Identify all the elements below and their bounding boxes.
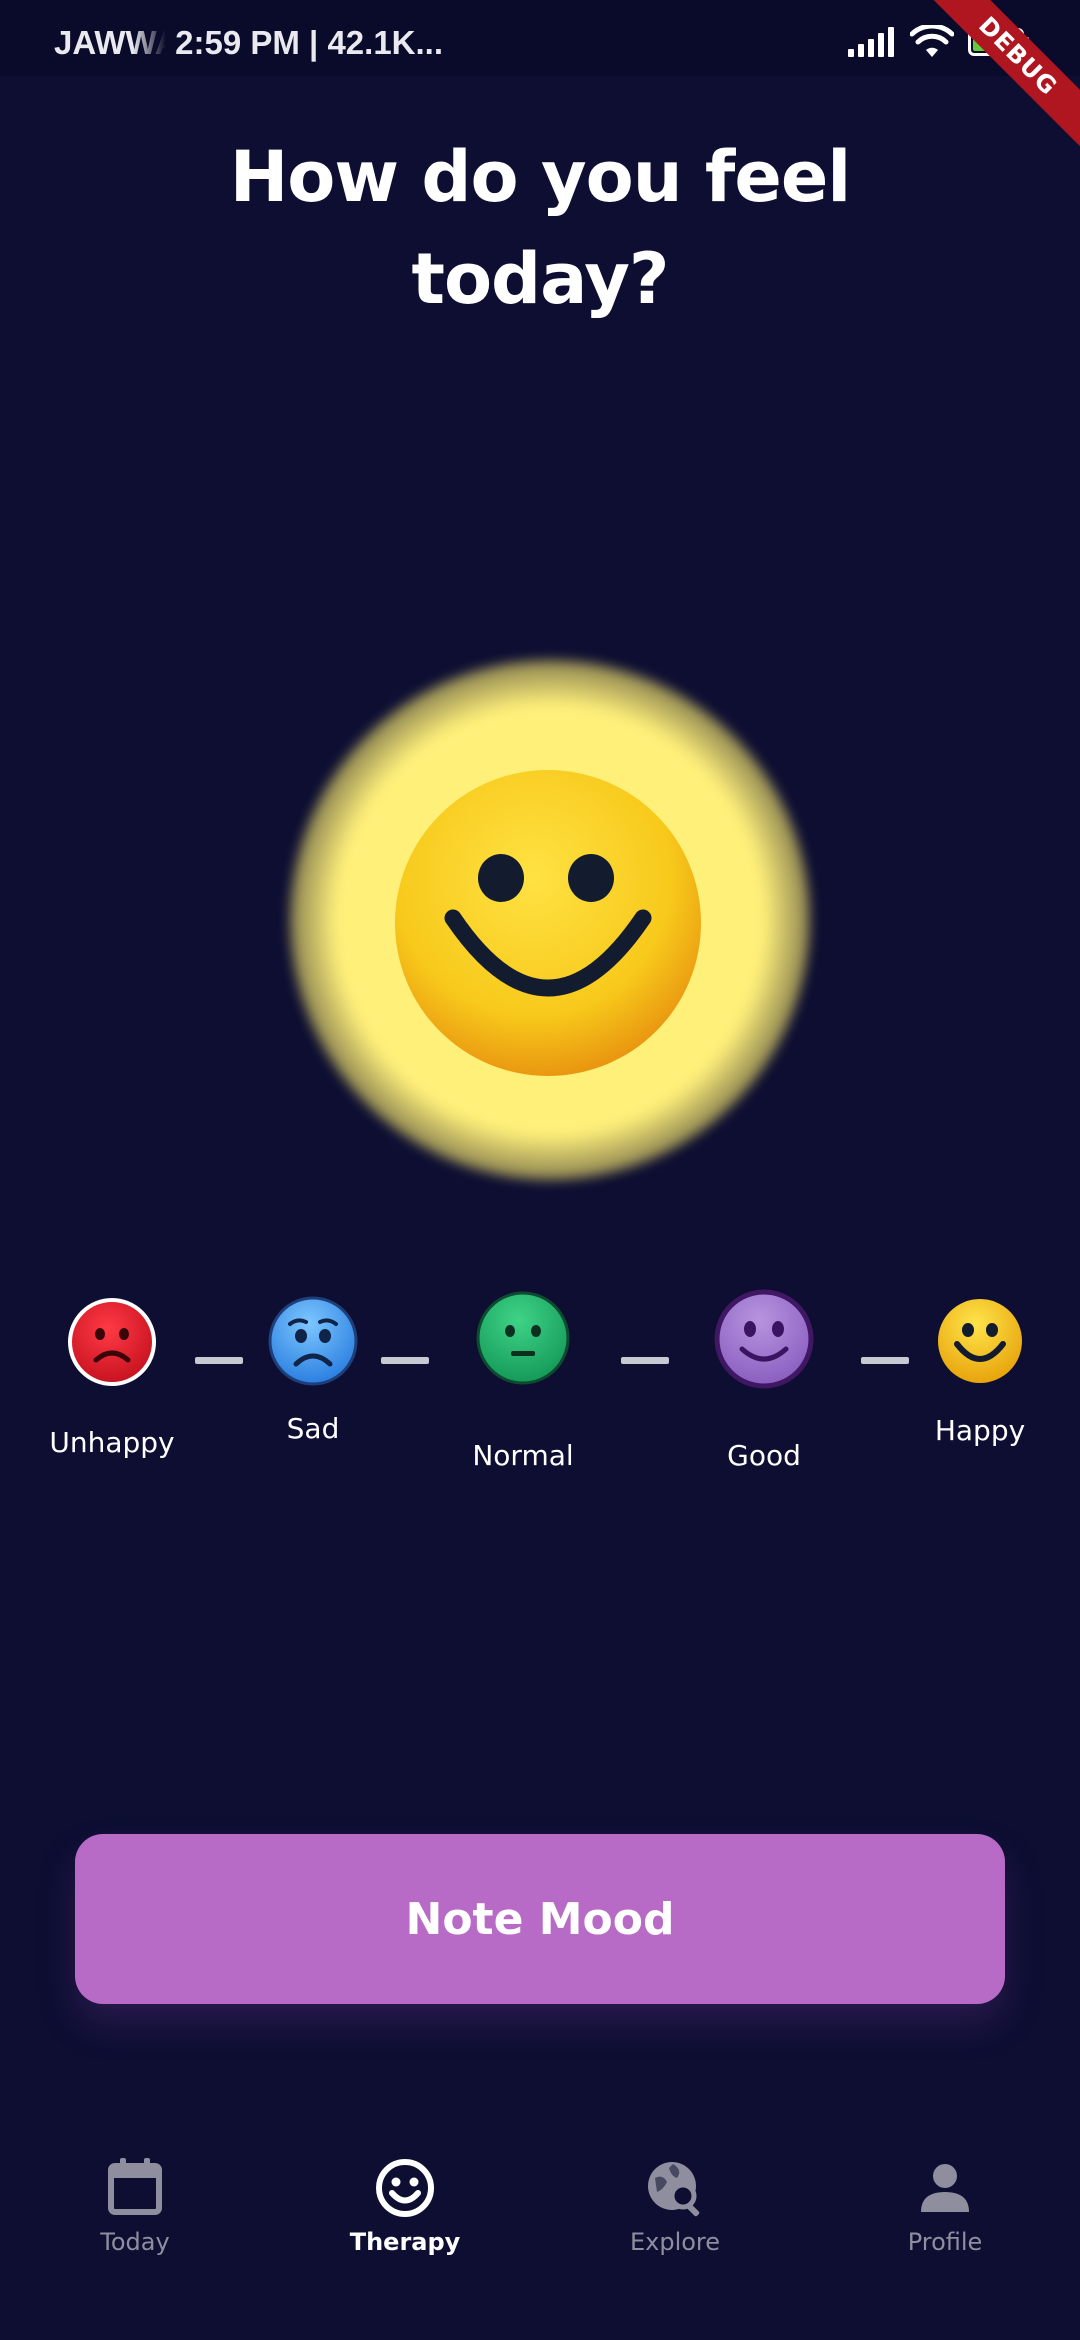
wifi-icon <box>910 25 954 57</box>
selected-mood-emoji-icon <box>395 770 701 1076</box>
signal-icon <box>848 27 894 57</box>
mood-connector <box>621 1357 669 1364</box>
mood-label-normal: Normal <box>472 1439 574 1472</box>
mood-label-unhappy: Unhappy <box>49 1426 175 1459</box>
mood-label-happy: Happy <box>934 1414 1026 1447</box>
nav-label-explore: Explore <box>629 2228 721 2256</box>
mood-label-sad: Sad <box>286 1412 340 1445</box>
sad-face-icon <box>268 1296 358 1386</box>
note-mood-button[interactable]: Note Mood <box>75 1834 1005 2004</box>
status-icons: 94 <box>848 22 1029 62</box>
nav-item-explore[interactable]: Explore <box>575 2156 775 2256</box>
mood-option-unhappy[interactable]: Unhappy <box>49 1298 175 1459</box>
mood-option-normal[interactable]: Normal <box>472 1291 574 1472</box>
good-face-icon <box>714 1289 814 1389</box>
carrier-name: JAWWAL <box>54 24 166 61</box>
nav-label-profile: Profile <box>907 2228 983 2256</box>
mood-connector <box>195 1357 243 1364</box>
mood-connector <box>861 1357 909 1364</box>
bottom-nav: Today Therapy Explore Profile <box>0 2130 1080 2340</box>
happy-face-icon <box>938 1299 1022 1383</box>
nav-label-today: Today <box>100 2228 170 2256</box>
calendar-icon <box>108 2158 162 2215</box>
nav-label-therapy: Therapy <box>349 2228 461 2256</box>
status-left: JAWWAL 2:59 PM | 42.1K... <box>54 24 443 62</box>
neutral-face-icon <box>476 1291 570 1385</box>
mood-option-happy[interactable]: Happy <box>935 1298 1025 1447</box>
smiley-icon <box>376 2159 434 2217</box>
unhappy-face-icon <box>68 1298 156 1386</box>
battery-level: 94 <box>985 30 1007 50</box>
nav-item-today[interactable]: Today <box>35 2156 235 2256</box>
battery-icon: 94 <box>968 28 1029 56</box>
page-title: How do you feel today? <box>229 136 852 320</box>
nav-item-profile[interactable]: Profile <box>845 2156 1045 2256</box>
nav-item-therapy[interactable]: Therapy <box>305 2156 505 2256</box>
globe-search-icon <box>648 2162 700 2217</box>
mood-option-sad[interactable]: Sad <box>268 1296 358 1445</box>
person-icon <box>921 2164 969 2212</box>
mood-label-good: Good <box>727 1439 801 1472</box>
mood-connector <box>381 1357 429 1364</box>
status-bar: JAWWAL 2:59 PM | 42.1K... 94 <box>0 0 1080 76</box>
status-time: 2:59 PM | 42.1K... <box>175 24 444 61</box>
mood-option-good[interactable]: Good <box>714 1289 814 1472</box>
